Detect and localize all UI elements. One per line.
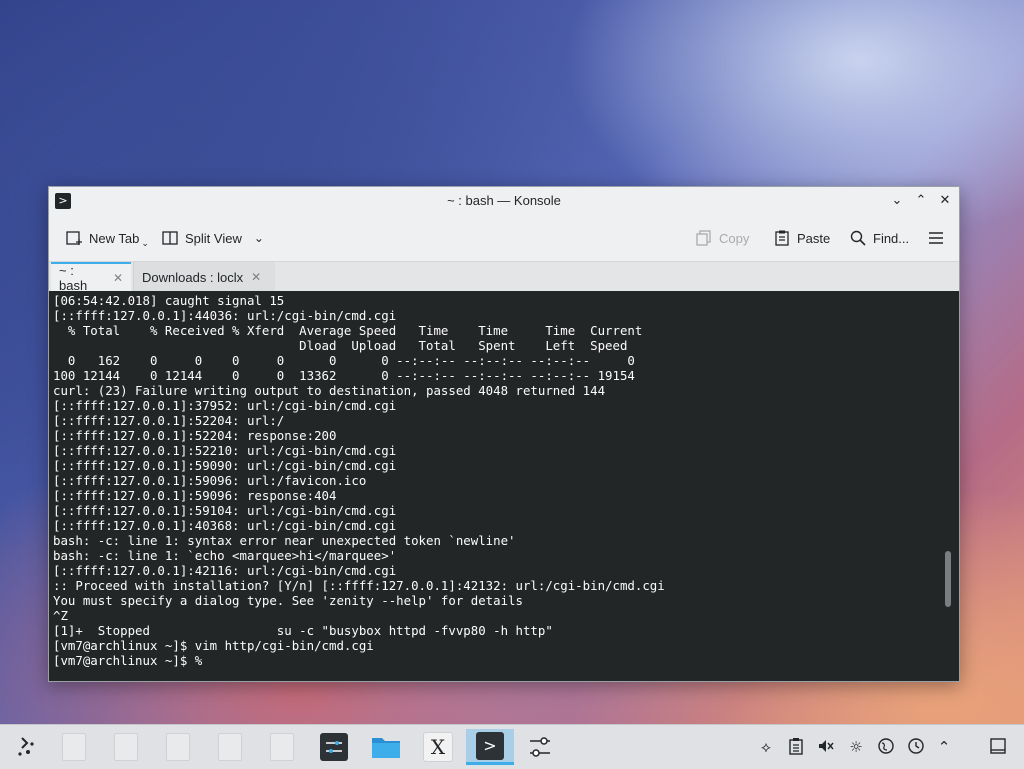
taskbar: X > ⟡ ☼ ⌃ [0,724,1024,769]
volume-muted-icon[interactable] [816,737,836,757]
find-label: Find... [873,230,910,246]
close-tab-icon[interactable]: ✕ [251,270,261,284]
taskbar-item-files[interactable] [364,729,408,765]
chevron-down-icon: ⌄ [141,237,149,248]
tab-bash[interactable]: ~ : bash ✕ [51,262,131,293]
copy-label: Copy [719,230,750,246]
split-view-label: Split View [185,230,242,246]
terminal-line: [::ffff:127.0.0.1]:59096: url:/favicon.i… [53,473,367,488]
folder-icon [372,738,400,758]
terminal-line: :: Proceed with installation? [Y/n] [::f… [53,578,665,593]
hamburger-menu-button[interactable] [927,227,951,249]
brightness-icon[interactable]: ☼ [846,737,866,757]
clipboard-icon[interactable] [786,737,806,757]
paste-button[interactable]: Paste [773,227,830,249]
terminal-line: bash: -c: line 1: syntax error near unex… [53,533,516,548]
terminal-line: [vm7@archlinux ~]$ % [53,653,203,668]
app-launcher-icon [18,737,34,756]
terminal-line: 0 162 0 0 0 0 0 0 --:--:-- --:--:-- --:-… [53,353,635,368]
taskbar-item-xorg[interactable]: X [416,729,460,765]
search-icon [849,229,867,247]
terminal-text: [06:54:42.018] caught signal 15 [::ffff:… [49,291,959,670]
terminal-line: [1]+ Stopped su -c "busybox httpd -fvvp8… [53,623,553,638]
terminal-line: [06:54:42.018] caught signal 15 [53,293,285,308]
paste-label: Paste [797,230,831,246]
terminal-line: [::ffff:127.0.0.1]:40368: url:/cgi-bin/c… [53,518,397,533]
taskbar-item-sliders[interactable] [518,729,562,765]
terminal-line: bash: -c: line 1: `echo <marquee>hi</mar… [53,548,397,563]
split-view-icon [161,229,179,247]
terminal-line: % Total % Received % Xferd Average Speed… [53,323,643,338]
expand-tray-icon[interactable]: ⌃ [934,737,954,757]
copy-icon [695,229,713,247]
copy-button[interactable]: Copy [695,227,749,249]
toolbar: New Tab ⌄ Split View ⌄ Copy Paste Find..… [49,215,959,261]
terminal-line: curl: (23) Failure writing output to des… [53,383,606,398]
terminal-output[interactable]: [06:54:42.018] caught signal 15 [::ffff:… [49,291,959,681]
taskbar-item-settings[interactable] [312,729,356,765]
terminal-line: [::ffff:127.0.0.1]:59090: url:/cgi-bin/c… [53,458,397,473]
tab-bar: ~ : bash ✕ Downloads : loclx ✕ [49,261,959,293]
taskbar-item-document-2[interactable] [104,729,148,765]
globe-icon[interactable] [876,737,896,757]
minimize-button[interactable]: ⌄ [887,191,907,211]
document-icon [114,733,138,761]
taskbar-item-document-1[interactable] [52,729,96,765]
taskbar-item-document-5[interactable] [260,729,304,765]
paste-icon [773,229,791,247]
terminal-line: [::ffff:127.0.0.1]:52210: url:/cgi-bin/c… [53,443,397,458]
terminal-line: [::ffff:127.0.0.1]:52204: url:/ [53,413,285,428]
terminal-line: [::ffff:127.0.0.1]:52204: response:200 [53,428,337,443]
title-bar[interactable]: > ~ : bash — Konsole ⌄ ⌃ ✕ [49,187,959,215]
show-desktop-icon[interactable] [988,737,1008,757]
terminal-line: You must specify a dialog type. See 'zen… [53,593,523,608]
terminal-line: [::ffff:127.0.0.1]:44036: url:/cgi-bin/c… [53,308,397,323]
terminal-line: [::ffff:127.0.0.1]:37952: url:/cgi-bin/c… [53,398,397,413]
window-title: ~ : bash — Konsole [447,193,561,208]
tab-downloads[interactable]: Downloads : loclx ✕ [133,262,275,292]
settings-panel-icon [320,733,348,761]
konsole-window: > ~ : bash — Konsole ⌄ ⌃ ✕ New Tab ⌄ Spl… [48,186,960,682]
tab-label: ~ : bash [59,263,88,293]
split-view-button[interactable]: Split View ⌄ [161,227,264,249]
terminal-line: ^Z [53,608,68,623]
hamburger-menu-icon [927,229,945,247]
document-icon [166,733,190,761]
new-tab-icon [65,229,83,247]
taskbar-item-konsole[interactable]: > [466,729,514,765]
timer-icon[interactable] [906,737,926,757]
find-button[interactable]: Find... [849,227,909,249]
new-tab-label: New Tab [89,230,140,246]
taskbar-item-document-4[interactable] [208,729,252,765]
terminal-line: [::ffff:127.0.0.1]:59096: response:404 [53,488,337,503]
terminal-line: [::ffff:127.0.0.1]:59104: url:/cgi-bin/c… [53,503,397,518]
document-icon [270,733,294,761]
terminal-scrollbar[interactable] [945,551,951,607]
tab-label: Downloads : loclx [142,269,244,285]
document-icon [62,733,86,761]
close-button[interactable]: ✕ [935,191,955,211]
xorg-icon: X [423,732,453,762]
terminal-line: [vm7@archlinux ~]$ vim http/cgi-bin/cmd.… [53,638,374,653]
taskbar-item-document-3[interactable] [156,729,200,765]
maximize-button[interactable]: ⌃ [911,191,931,211]
terminal-line: [::ffff:127.0.0.1]:42116: url:/cgi-bin/c… [53,563,397,578]
document-icon [218,733,242,761]
new-tab-button[interactable]: New Tab ⌄ [65,227,149,249]
chevron-down-icon: ⌄ [253,231,264,245]
terminal-icon: > [476,731,504,760]
network-icon[interactable]: ⟡ [756,737,776,757]
terminal-line: 100 12144 0 12144 0 0 13362 0 --:--:-- -… [53,368,635,383]
terminal-line: Dload Upload Total Spent Left Speed [53,338,628,353]
sliders-icon [530,737,550,757]
app-launcher-button[interactable] [4,729,48,765]
close-tab-icon[interactable]: ✕ [113,271,123,285]
